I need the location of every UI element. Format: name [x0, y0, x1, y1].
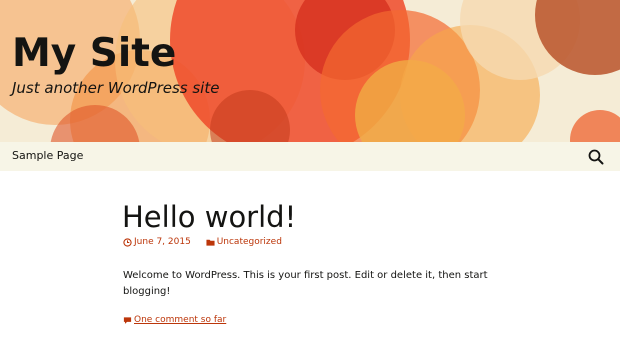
post-date[interactable]: June 7, 2015: [123, 237, 191, 247]
comments-link-label[interactable]: One comment so far: [134, 315, 226, 325]
clock-icon: [123, 237, 132, 247]
post-category-label[interactable]: Uncategorized: [217, 237, 282, 247]
site-description: Just another WordPress site: [12, 79, 220, 97]
post-date-label[interactable]: June 7, 2015: [134, 237, 191, 247]
post-title[interactable]: Hello world!: [122, 199, 296, 235]
post-excerpt: Welcome to WordPress. This is your first…: [123, 270, 488, 297]
main-content: Hello world! June 7, 2015 Uncategorized …: [0, 171, 620, 343]
post-category[interactable]: Uncategorized: [206, 237, 282, 247]
search-icon[interactable]: [587, 148, 605, 166]
nav-item-sample-page[interactable]: Sample Page: [12, 149, 83, 162]
comment-icon: [123, 316, 132, 324]
post-meta: June 7, 2015 Uncategorized: [123, 237, 294, 250]
comments-link[interactable]: One comment so far: [123, 315, 226, 325]
site-header: My Site Just another WordPress site: [0, 0, 620, 142]
site-title[interactable]: My Site: [12, 32, 176, 76]
folder-icon: [206, 239, 215, 246]
main-navigation: Sample Page: [0, 142, 620, 171]
